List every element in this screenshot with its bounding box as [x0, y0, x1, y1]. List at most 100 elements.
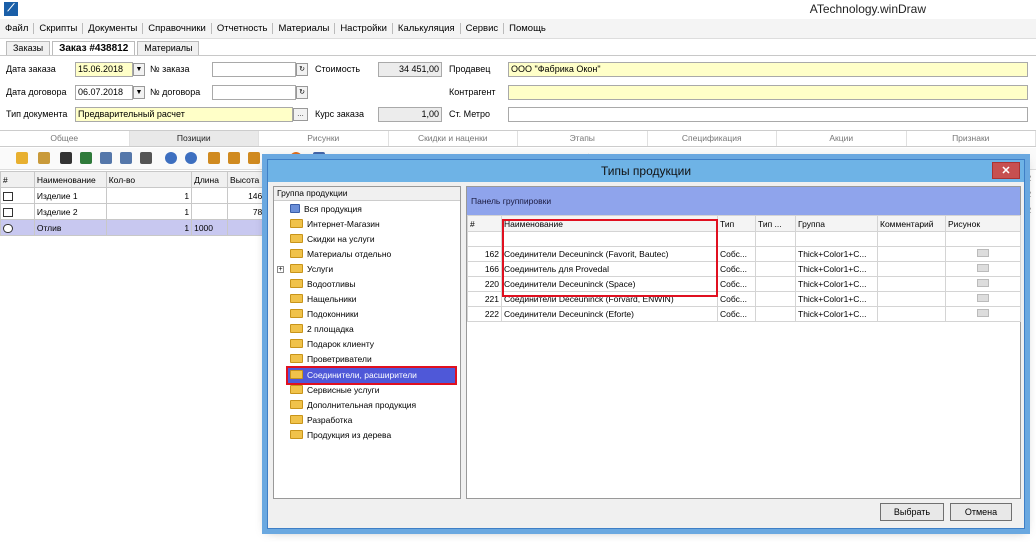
col-picture[interactable]: Рисунок	[945, 215, 1021, 232]
tab-order-438812[interactable]: Заказ #438812	[52, 41, 136, 55]
table-row[interactable]: 222 Соединители Deceuninck (Eforte) Собс…	[467, 306, 1021, 322]
cell-name: Соединители Deceuninck (Space)	[501, 276, 718, 292]
tree-item-wood-products[interactable]: Продукция из дерева	[288, 428, 395, 443]
menu-scripts[interactable]: Скрипты	[34, 23, 84, 34]
folder-icon	[290, 385, 303, 395]
menu-materials[interactable]: Материалы	[273, 23, 336, 34]
folder-icon	[290, 415, 303, 425]
col-comment[interactable]: Комментарий	[877, 215, 946, 232]
col-type2[interactable]: Тип ...	[755, 215, 796, 232]
col-type[interactable]: Тип	[717, 215, 756, 232]
table-row[interactable]: Отлив 1 1000	[0, 219, 270, 236]
order-date-field[interactable]: 15.06.2018	[75, 62, 133, 77]
contract-no-refresh-icon[interactable]: ↻	[296, 86, 308, 99]
edit-icon[interactable]	[38, 152, 50, 164]
calc3-icon[interactable]	[248, 152, 260, 164]
paste-icon[interactable]	[120, 152, 132, 164]
tree-item-services[interactable]: + Услуги	[277, 262, 337, 277]
product-icon	[3, 191, 13, 201]
table-row[interactable]: 166 Соединитель для Provedal Собс... Thi…	[467, 261, 1021, 277]
menu-references[interactable]: Справочники	[143, 23, 212, 34]
order-no-refresh-icon[interactable]: ↻	[296, 63, 308, 76]
tab-orders[interactable]: Заказы	[6, 41, 51, 55]
redo-icon[interactable]	[185, 152, 197, 164]
menu-service[interactable]: Сервис	[461, 23, 505, 34]
col-name[interactable]: Наименование	[501, 215, 718, 232]
table-row[interactable]: 162 Соединители Deceuninck (Favorit, Bau…	[467, 246, 1021, 262]
menu-settings[interactable]: Настройки	[335, 23, 393, 34]
tab-stages[interactable]: Этапы	[518, 131, 648, 146]
tree-item-window-sills[interactable]: Подоконники	[288, 307, 362, 322]
doc-type-browse-button[interactable]: …	[293, 108, 308, 121]
tab-attributes[interactable]: Признаки	[907, 131, 1036, 146]
menu-documents[interactable]: Документы	[83, 23, 144, 34]
window-icon[interactable]	[60, 152, 72, 164]
tab-discounts[interactable]: Скидки и наценки	[389, 131, 518, 146]
tree-item-cover-strips[interactable]: Нащельники	[288, 292, 361, 307]
tree-item-connectors[interactable]: Соединители, расширители	[286, 366, 457, 385]
menu-file[interactable]: Файл	[0, 23, 35, 34]
calc2-icon[interactable]	[228, 152, 240, 164]
grid-icon[interactable]	[80, 152, 92, 164]
tree-item-service-discounts[interactable]: Скидки на услуги	[288, 232, 379, 247]
grouping-panel[interactable]: Панель группировки	[467, 187, 1020, 215]
close-icon[interactable]: ✕	[992, 162, 1020, 179]
table-row[interactable]: 221 Соединители Deceuninck (Forvard, ENW…	[467, 291, 1021, 307]
col-qty[interactable]: Кол-во	[105, 171, 193, 188]
tab-general[interactable]: Общее	[0, 131, 130, 146]
col-id[interactable]: #	[467, 215, 502, 232]
tree-item-client-gift[interactable]: Подарок клиенту	[288, 337, 378, 352]
expand-icon[interactable]: +	[277, 266, 284, 273]
contract-no-field[interactable]	[212, 85, 296, 100]
col-height[interactable]: Высота	[227, 171, 270, 188]
table-row[interactable]: 220 Соединители Deceuninck (Space) Собс.…	[467, 276, 1021, 292]
contract-date-field[interactable]: 06.07.2018	[75, 85, 133, 100]
tree-item-separate-materials[interactable]: Материалы отдельно	[288, 247, 395, 262]
tab-materials[interactable]: Материалы	[137, 41, 200, 55]
tab-promotions[interactable]: Акции	[777, 131, 907, 146]
counterparty-field[interactable]	[508, 85, 1028, 100]
calc-icon[interactable]	[208, 152, 220, 164]
copy-icon[interactable]	[100, 152, 112, 164]
table-row[interactable]: Изделие 2 1 780	[0, 203, 270, 220]
tree-item-drip-edges[interactable]: Водоотливы	[288, 277, 359, 292]
tree-item-online-store[interactable]: Интернет-Магазин	[288, 217, 384, 232]
select-button[interactable]: Выбрать	[880, 503, 944, 521]
folder-icon	[290, 219, 303, 229]
col-group[interactable]: Группа	[795, 215, 878, 232]
row-icon	[0, 187, 35, 204]
col-number[interactable]: #	[0, 171, 35, 188]
menu-calculation[interactable]: Калькуляция	[393, 23, 461, 34]
menu-reports[interactable]: Отчетность	[212, 23, 274, 34]
table-row[interactable]: Изделие 1 1 1461	[0, 187, 270, 204]
contract-date-dropdown[interactable]: ▼	[133, 86, 145, 99]
pencil-icon[interactable]	[16, 152, 28, 164]
tree-item-additional-products[interactable]: Дополнительная продукция	[288, 398, 420, 413]
doc-type-field[interactable]: Предварительный расчет	[75, 107, 293, 122]
tree-item-service-offerings[interactable]: Сервисные услуги	[288, 383, 383, 398]
tree-item-development[interactable]: Разработка	[288, 413, 356, 428]
cut-icon[interactable]	[140, 152, 152, 164]
order-date-dropdown[interactable]: ▼	[133, 63, 145, 76]
cell-id: 221	[467, 291, 502, 307]
filter-row[interactable]	[467, 231, 1021, 247]
col-length[interactable]: Длина	[191, 171, 229, 188]
tab-drawings[interactable]: Рисунки	[259, 131, 389, 146]
row-icon	[0, 203, 35, 220]
menu-help[interactable]: Помощь	[504, 23, 551, 34]
tree-item-ventilators[interactable]: Проветриватели	[288, 352, 376, 367]
undo-icon[interactable]	[165, 152, 177, 164]
cancel-button[interactable]: Отмена	[950, 503, 1012, 521]
cell-name: Изделие 2	[33, 203, 107, 220]
tab-positions[interactable]: Позиции	[129, 131, 259, 146]
cell-comment	[877, 291, 946, 307]
col-name[interactable]: Наименование	[33, 171, 107, 188]
tab-specification[interactable]: Спецификация	[648, 131, 777, 146]
order-no-field[interactable]	[212, 62, 296, 77]
cell-id: 162	[467, 246, 502, 262]
cell-qty: 1	[105, 219, 193, 236]
metro-field[interactable]	[508, 107, 1028, 122]
tree-item-all-products[interactable]: Вся продукция	[288, 202, 366, 217]
seller-field[interactable]: ООО "Фабрика Окон"	[508, 62, 1028, 77]
tree-item-site-2[interactable]: 2 площадка	[288, 322, 358, 337]
